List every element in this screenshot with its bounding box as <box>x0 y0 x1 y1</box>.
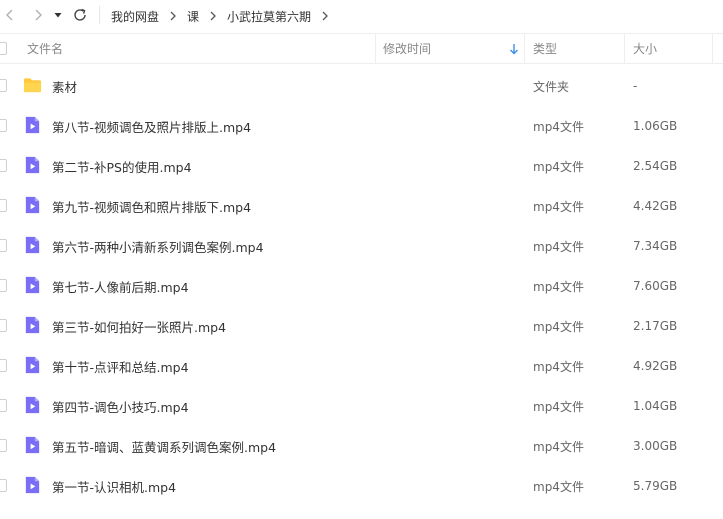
file-type: mp4文件 <box>533 199 584 214</box>
file-row[interactable]: 第三节-如何拍好一张照片.mp4 mp4文件 2.17GB <box>0 306 723 346</box>
toolbar: 我的网盘 课 小武拉莫第六期 <box>0 0 723 32</box>
video-file-icon <box>25 356 40 374</box>
column-header-name[interactable]: 文件名 <box>27 34 63 63</box>
select-all-checkbox[interactable] <box>0 42 7 55</box>
row-checkbox[interactable] <box>0 239 7 252</box>
file-row[interactable]: 第五节-暗调、蓝黄调系列调色案例.mp4 mp4文件 3.00GB <box>0 426 723 466</box>
file-type: mp4文件 <box>533 159 584 174</box>
video-file-icon <box>25 276 40 294</box>
row-checkbox[interactable] <box>0 479 7 492</box>
file-type: 文件夹 <box>533 79 570 94</box>
breadcrumb-separator-icon <box>321 11 329 21</box>
refresh-icon <box>74 8 86 21</box>
file-size: 2.17GB <box>633 319 678 333</box>
file-row-folder[interactable]: 素材 文件夹 - <box>0 66 723 106</box>
file-row[interactable]: 第二节-补PS的使用.mp4 mp4文件 2.54GB <box>0 146 723 186</box>
video-file-icon <box>25 436 40 454</box>
column-divider[interactable] <box>712 34 713 63</box>
file-type: mp4文件 <box>533 439 584 454</box>
chevron-right-icon <box>35 9 42 21</box>
row-checkbox[interactable] <box>0 279 7 292</box>
breadcrumb-item-course[interactable]: 课 <box>187 8 199 25</box>
file-type: mp4文件 <box>533 399 584 414</box>
row-checkbox[interactable] <box>0 159 7 172</box>
row-checkbox[interactable] <box>0 439 7 452</box>
row-checkbox[interactable] <box>0 199 7 212</box>
file-name: 第八节-视频调色及照片排版上.mp4 <box>52 119 252 135</box>
history-dropdown-button[interactable] <box>50 5 66 25</box>
file-size: - <box>633 79 638 93</box>
file-name: 素材 <box>52 79 78 95</box>
file-size: 1.04GB <box>633 399 678 413</box>
file-name: 第一节-认识相机.mp4 <box>52 479 177 495</box>
column-header-type[interactable]: 类型 <box>533 34 557 63</box>
file-row[interactable]: 第七节-人像前后期.mp4 mp4文件 7.60GB <box>0 266 723 306</box>
forward-button[interactable] <box>28 5 48 25</box>
file-row[interactable]: 第一节-认识相机.mp4 mp4文件 5.79GB <box>0 466 723 506</box>
caret-down-icon <box>54 13 62 18</box>
column-divider[interactable] <box>524 34 525 63</box>
file-row[interactable]: 第九节-视频调色和照片排版下.mp4 mp4文件 4.42GB <box>0 186 723 226</box>
column-header-size-label: 大小 <box>633 42 658 56</box>
file-name: 第四节-调色小技巧.mp4 <box>52 399 189 415</box>
back-button[interactable] <box>0 5 20 25</box>
column-header-name-label: 文件名 <box>27 42 64 56</box>
row-checkbox[interactable] <box>0 399 7 412</box>
row-checkbox[interactable] <box>0 319 7 332</box>
file-row[interactable]: 第八节-视频调色及照片排版上.mp4 mp4文件 1.06GB <box>0 106 723 146</box>
file-list-header: 文件名 修改时间 类型 大小 <box>0 33 723 64</box>
folder-icon <box>23 78 42 93</box>
file-name: 第五节-暗调、蓝黄调系列调色案例.mp4 <box>52 439 277 455</box>
sort-down-arrow-icon <box>510 44 518 55</box>
column-divider[interactable] <box>624 34 625 63</box>
file-size: 4.42GB <box>633 199 678 213</box>
row-checkbox[interactable] <box>0 79 7 92</box>
video-file-icon <box>25 236 40 254</box>
file-size: 5.79GB <box>633 479 678 493</box>
file-size: 7.34GB <box>633 239 678 253</box>
video-file-icon <box>25 396 40 414</box>
breadcrumb-separator-icon <box>169 11 177 21</box>
video-file-icon <box>25 196 40 214</box>
column-header-modified[interactable]: 修改时间 <box>383 34 521 63</box>
column-divider[interactable] <box>375 34 376 63</box>
file-size: 1.06GB <box>633 119 678 133</box>
file-type: mp4文件 <box>533 119 584 134</box>
refresh-button[interactable] <box>70 5 90 25</box>
row-checkbox[interactable] <box>0 119 7 132</box>
file-name: 第三节-如何拍好一张照片.mp4 <box>52 319 227 335</box>
file-type: mp4文件 <box>533 319 584 334</box>
breadcrumb-item-current[interactable]: 小武拉莫第六期 <box>227 8 311 25</box>
file-size: 3.00GB <box>633 439 678 453</box>
file-name: 第六节-两种小清新系列调色案例.mp4 <box>52 239 264 255</box>
chevron-left-icon <box>6 9 13 21</box>
column-header-size[interactable]: 大小 <box>633 34 657 63</box>
file-name: 第二节-补PS的使用.mp4 <box>52 159 192 175</box>
file-name: 第九节-视频调色和照片排版下.mp4 <box>52 199 252 215</box>
video-file-icon <box>25 476 40 494</box>
file-row[interactable]: 第十节-点评和总结.mp4 mp4文件 4.92GB <box>0 346 723 386</box>
row-checkbox[interactable] <box>0 359 7 372</box>
toolbar-divider <box>99 6 100 24</box>
file-type: mp4文件 <box>533 359 584 374</box>
file-name: 第十节-点评和总结.mp4 <box>52 359 189 375</box>
file-name: 第七节-人像前后期.mp4 <box>52 279 189 295</box>
column-header-modified-label: 修改时间 <box>383 42 432 56</box>
breadcrumb-item-root[interactable]: 我的网盘 <box>111 8 159 25</box>
file-type: mp4文件 <box>533 479 584 494</box>
file-row[interactable]: 第六节-两种小清新系列调色案例.mp4 mp4文件 7.34GB <box>0 226 723 266</box>
breadcrumb-separator-icon <box>209 11 217 21</box>
file-size: 2.54GB <box>633 159 678 173</box>
file-list: 素材 文件夹 - 第八节-视频调色及照片排版上.mp4 mp4文件 1.06GB… <box>0 66 723 506</box>
file-type: mp4文件 <box>533 279 584 294</box>
video-file-icon <box>25 116 40 134</box>
breadcrumb: 我的网盘 课 小武拉莫第六期 <box>111 7 339 25</box>
file-row[interactable]: 第四节-调色小技巧.mp4 mp4文件 1.04GB <box>0 386 723 426</box>
file-type: mp4文件 <box>533 239 584 254</box>
video-file-icon <box>25 156 40 174</box>
file-size: 4.92GB <box>633 359 678 373</box>
file-size: 7.60GB <box>633 279 678 293</box>
video-file-icon <box>25 316 40 334</box>
column-header-type-label: 类型 <box>533 42 558 56</box>
